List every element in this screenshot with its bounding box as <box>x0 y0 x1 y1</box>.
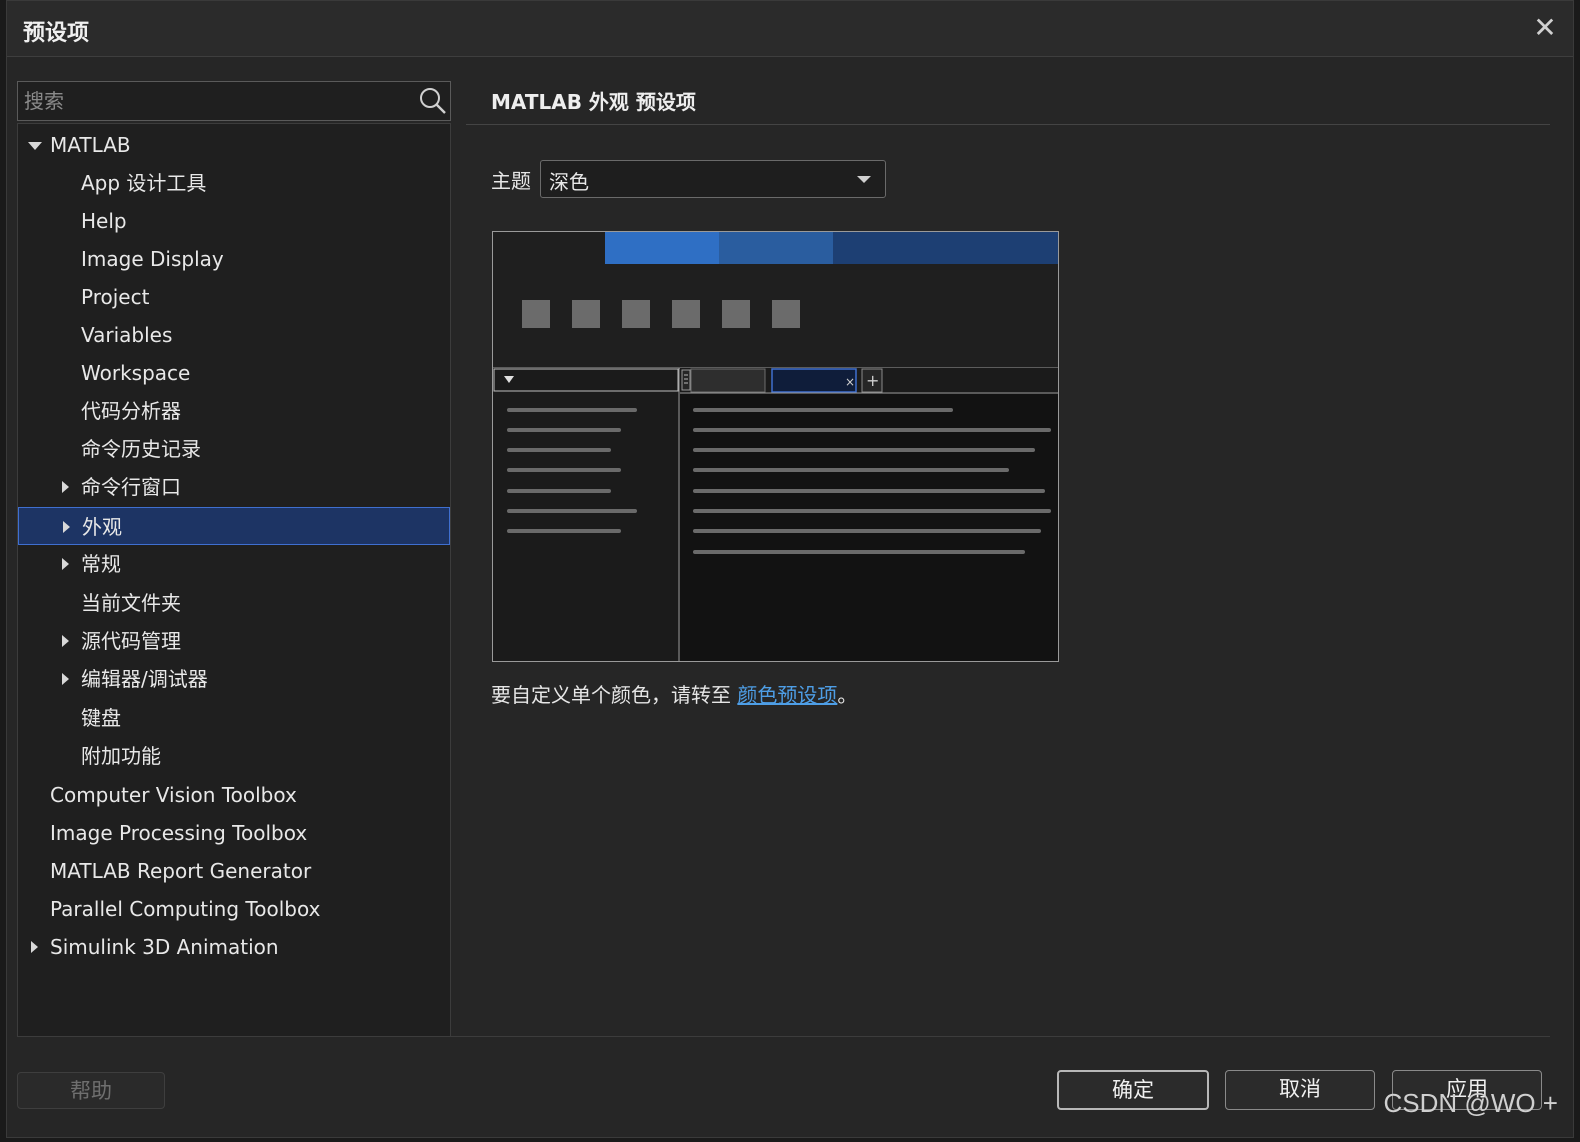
tree-item-label: Variables <box>81 323 173 347</box>
preview-tab-close-icon: × <box>845 375 855 389</box>
tree-item[interactable]: Image Processing Toolbox <box>18 814 450 852</box>
preview-tab-home <box>605 232 719 264</box>
tree-item-label: 代码分析器 <box>81 399 181 423</box>
tree-item-label: 当前文件夹 <box>81 591 181 615</box>
tree-item-label: MATLAB Report Generator <box>50 859 312 883</box>
tree-item-label: Computer Vision Toolbox <box>50 783 297 807</box>
hint-text: 要自定义单个颜色，请转至 <box>491 683 738 707</box>
dialog-title: 预设项 <box>23 21 90 46</box>
tree-item-label: Image Display <box>81 247 224 271</box>
title-bar: 预设项 ✕ <box>7 1 1573 57</box>
tree-item-label: Project <box>81 285 150 309</box>
theme-preview: × + <box>492 231 1059 662</box>
tree-item-label: 编辑器/调试器 <box>81 667 208 691</box>
tree-item-label: MATLAB <box>50 133 131 157</box>
chevron-right-icon[interactable] <box>59 622 73 660</box>
tree-item[interactable]: 键盘 <box>18 699 450 737</box>
tree-item[interactable]: MATLAB <box>18 126 450 164</box>
tree-item[interactable]: 代码分析器 <box>18 392 450 430</box>
search-field[interactable] <box>17 81 451 121</box>
chevron-down-icon <box>857 176 871 183</box>
tree-item[interactable]: 命令行窗口 <box>18 468 450 506</box>
tree-item-label: 命令历史记录 <box>81 437 201 461</box>
tree-item[interactable]: 当前文件夹 <box>18 584 450 622</box>
tree-item-label: Image Processing Toolbox <box>50 821 308 845</box>
tree-item-label: 命令行窗口 <box>81 475 181 499</box>
ok-button[interactable]: 确定 <box>1057 1070 1209 1110</box>
tree-item[interactable]: Image Display <box>18 240 450 278</box>
footer-divider <box>17 1036 1550 1037</box>
tree-item-label: 附加功能 <box>81 744 161 768</box>
tree-item-label: 源代码管理 <box>81 629 181 653</box>
tree-item[interactable]: Workspace <box>18 354 450 392</box>
close-icon[interactable]: ✕ <box>1531 13 1559 43</box>
tree-item-label: Help <box>81 209 127 233</box>
tree-item-label: 常规 <box>81 552 121 576</box>
tree-item-label: App 设计工具 <box>81 171 207 195</box>
tree-item[interactable]: 编辑器/调试器 <box>18 660 450 698</box>
tree-item[interactable]: Computer Vision Toolbox <box>18 776 450 814</box>
tree-item[interactable]: 附加功能 <box>18 737 450 775</box>
color-preferences-link[interactable]: 颜色预设项 <box>737 683 837 707</box>
theme-preview-graphic: × + <box>493 232 1058 661</box>
watermark: CSDN @WO + <box>1383 1088 1558 1118</box>
preview-tab-plots <box>719 232 833 264</box>
search-icon[interactable] <box>418 86 448 116</box>
tree-item[interactable]: 常规 <box>18 545 450 583</box>
chevron-right-icon[interactable] <box>59 468 73 506</box>
customize-hint: 要自定义单个颜色，请转至 颜色预设项。 <box>491 679 857 708</box>
tree-item[interactable]: Variables <box>18 316 450 354</box>
chevron-down-icon[interactable] <box>28 126 42 164</box>
tree-item[interactable]: Help <box>18 202 450 240</box>
tree-item[interactable]: Project <box>18 278 450 316</box>
tree-item[interactable]: Simulink 3D Animation <box>18 928 450 966</box>
tree-item-label: Workspace <box>81 361 191 385</box>
tree-item[interactable]: App 设计工具 <box>18 164 450 202</box>
tree-item-label: 外观 <box>82 515 122 539</box>
chevron-right-icon[interactable] <box>28 928 42 966</box>
theme-dropdown[interactable]: 深色 <box>540 160 886 198</box>
chevron-right-icon[interactable] <box>59 545 73 583</box>
tree-item[interactable]: 外观 <box>18 507 450 545</box>
search-input[interactable] <box>24 86 404 116</box>
hint-suffix: 。 <box>837 683 858 707</box>
tree-item-label: Simulink 3D Animation <box>50 935 279 959</box>
tree-item[interactable]: MATLAB Report Generator <box>18 852 450 890</box>
tree-item[interactable]: Parallel Computing Toolbox <box>18 890 450 928</box>
tree-item-label: Parallel Computing Toolbox <box>50 897 321 921</box>
theme-value: 深色 <box>549 170 589 194</box>
chevron-right-icon[interactable] <box>59 660 73 698</box>
preferences-tree: MATLAB App 设计工具 Help Image Display Project Va… <box>17 123 451 1037</box>
help-button[interactable]: 帮助 <box>17 1072 165 1109</box>
tree-item-label: 键盘 <box>81 706 121 730</box>
tree-item[interactable]: 源代码管理 <box>18 622 450 660</box>
theme-label: 主题 <box>491 169 531 193</box>
section-title: MATLAB 外观 预设项 <box>491 90 696 114</box>
chevron-right-icon[interactable] <box>60 508 74 546</box>
preview-tab-apps <box>833 232 1058 264</box>
tree-item[interactable]: 命令历史记录 <box>18 430 450 468</box>
preview-tab-add-icon: + <box>866 371 879 390</box>
cancel-button[interactable]: 取消 <box>1225 1070 1375 1110</box>
section-divider <box>466 124 1550 125</box>
